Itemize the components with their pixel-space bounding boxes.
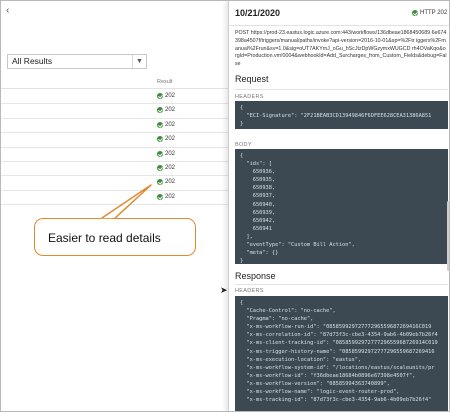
annotation-callout-text: Easier to read details [48, 231, 161, 245]
header-divider [229, 25, 449, 26]
table-row[interactable]: 202 [1, 162, 228, 177]
section-divider [235, 89, 448, 90]
chevron-down-icon[interactable]: ▼ [132, 55, 146, 68]
request-section-title: Request [235, 74, 269, 84]
success-check-icon [157, 93, 163, 99]
table-row[interactable]: 202 [1, 104, 228, 119]
table-row[interactable]: 202 [1, 148, 228, 162]
success-check-icon [157, 193, 163, 200]
details-panel: 10/21/2020 HTTP 202 POST https://prod-23… [228, 1, 449, 411]
table-row[interactable]: 202 [1, 90, 228, 105]
status-code: 202 [165, 121, 176, 128]
request-headers-label: HEADERS [235, 94, 264, 100]
table-row[interactable]: 202 [1, 191, 228, 206]
annotation-callout: Easier to read details [34, 218, 196, 256]
back-arrow-icon[interactable]: ‹ [6, 5, 16, 17]
status-badge: 202 [157, 136, 176, 143]
status-code: 202 [165, 136, 176, 143]
status-badge: 202 [157, 150, 176, 157]
success-check-icon [157, 136, 163, 143]
success-check-icon [157, 150, 163, 157]
results-filter-dropdown[interactable]: All Results ▼ [7, 54, 147, 69]
screenshot-frame: ‹ All Results ▼ Result 202 202 202 202 2… [0, 0, 450, 412]
table-row[interactable]: 202 [1, 176, 228, 191]
status-badge: 202 [157, 121, 176, 128]
column-header-result: Result [157, 79, 173, 85]
status-code: 202 [165, 179, 176, 186]
success-check-icon [412, 10, 418, 16]
status-code: 202 [165, 93, 176, 99]
status-code: 202 [165, 107, 176, 114]
success-check-icon [157, 121, 163, 128]
table-row[interactable]: 202 [1, 119, 228, 134]
request-url: POST https://prod-23.eastus.logic.azure.… [235, 30, 447, 68]
success-check-icon [157, 179, 163, 186]
request-body-code[interactable]: { "ids": [ 650936, 650935, 650938, 65093… [235, 149, 448, 264]
section-divider [235, 284, 448, 285]
request-headers-code[interactable]: { "ECI-Signature": "2F21BEAB3CD13949846F… [235, 101, 448, 129]
status-badge: 202 [157, 164, 176, 171]
response-headers-code[interactable]: { "Cache-Control": "no-cache", "Pragma":… [235, 296, 448, 411]
status-code: 202 [165, 164, 176, 171]
success-check-icon [157, 107, 163, 114]
status-badge: 202 [157, 179, 176, 186]
response-headers-label: HEADERS [235, 288, 264, 294]
http-status-text: HTTP 202 [420, 10, 448, 16]
http-status-badge: HTTP 202 [412, 10, 447, 16]
request-body-label: BODY [235, 142, 252, 148]
run-list: 202 202 202 202 202 202 202 202 [1, 90, 228, 206]
table-row[interactable]: 202 [1, 133, 228, 148]
results-filter-value: All Results [12, 56, 53, 66]
status-code: 202 [165, 193, 176, 200]
mouse-cursor-icon: ➤ [220, 285, 228, 295]
run-date: 10/21/2020 [235, 8, 281, 18]
status-badge: 202 [157, 93, 175, 99]
status-badge: 202 [157, 193, 176, 200]
success-check-icon [157, 164, 163, 171]
table-header: Result [1, 77, 228, 89]
status-badge: 202 [157, 107, 176, 114]
status-code: 202 [165, 150, 176, 157]
response-section-title: Response [235, 271, 276, 281]
run-history-panel: ‹ All Results ▼ Result 202 202 202 202 2… [1, 1, 228, 411]
